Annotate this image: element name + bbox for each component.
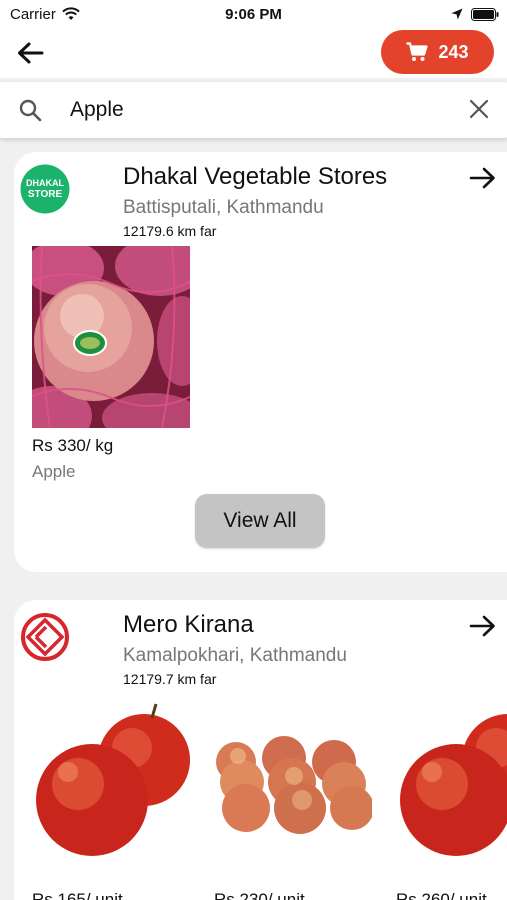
product-item[interactable]: Rs 230/ unit [214,700,374,900]
product-item[interactable]: Rs 330/ kg Apple [32,246,192,482]
store-distance: 12179.6 km far [123,223,217,239]
back-button[interactable] [14,38,46,68]
cart-count: 243 [438,41,469,62]
store-address: Battisputali, Kathmandu [123,197,324,218]
two-red-apples-image [32,700,190,882]
arrow-right-icon[interactable] [469,166,497,190]
product-image[interactable] [32,700,190,882]
store-name[interactable]: Mero Kirana [123,611,254,639]
cart-icon [406,42,429,61]
svg-text:STORE: STORE [28,189,63,200]
svg-text:DHAKAL: DHAKAL [26,178,64,188]
battery-icon [471,7,499,21]
status-left: Carrier [10,6,80,23]
product-price: Rs 260/ unit [396,890,487,900]
product-item[interactable]: Rs 165/ unit [32,700,192,900]
product-price: Rs 230/ unit [214,890,305,900]
product-image[interactable] [32,246,190,428]
arrow-right-icon[interactable] [469,614,497,638]
location-arrow-icon [451,8,463,20]
dhakal-store-logo: DHAKAL STORE [20,164,70,214]
product-price: Rs 165/ unit [32,890,123,900]
status-bar: Carrier 9:06 PM [0,0,507,28]
store-address: Kamalpokhari, Kathmandu [123,645,347,666]
store-card[interactable]: Mero Kirana Kamalpokhari, Kathmandu 1217… [14,600,507,900]
product-item[interactable]: Rs 260/ unit [396,700,507,900]
store-distance: 12179.7 km far [123,671,217,687]
view-all-button[interactable]: View All [195,494,325,548]
two-red-apples-image [396,700,507,882]
cart-button[interactable]: 243 [381,30,494,74]
wifi-icon [62,7,80,20]
store-card[interactable]: DHAKAL STORE Dhakal Vegetable Stores Bat… [14,152,507,572]
search-icon [19,99,42,122]
search-bar [0,82,507,138]
status-right [451,7,499,21]
search-input[interactable] [70,94,450,126]
top-bar: 243 [0,28,507,78]
carrier-label: Carrier [10,5,56,23]
product-name: Apple [32,462,76,481]
mero-kirana-logo [21,613,69,661]
store-name[interactable]: Dhakal Vegetable Stores [123,163,387,191]
clear-search-icon[interactable] [469,99,489,119]
product-image[interactable] [396,700,507,882]
back-arrow-icon [18,42,44,64]
product-image[interactable] [214,700,372,882]
apple-pile-image [214,700,372,882]
apple-in-foam-net-image [32,246,190,428]
product-price: Rs 330/ kg [32,436,114,455]
